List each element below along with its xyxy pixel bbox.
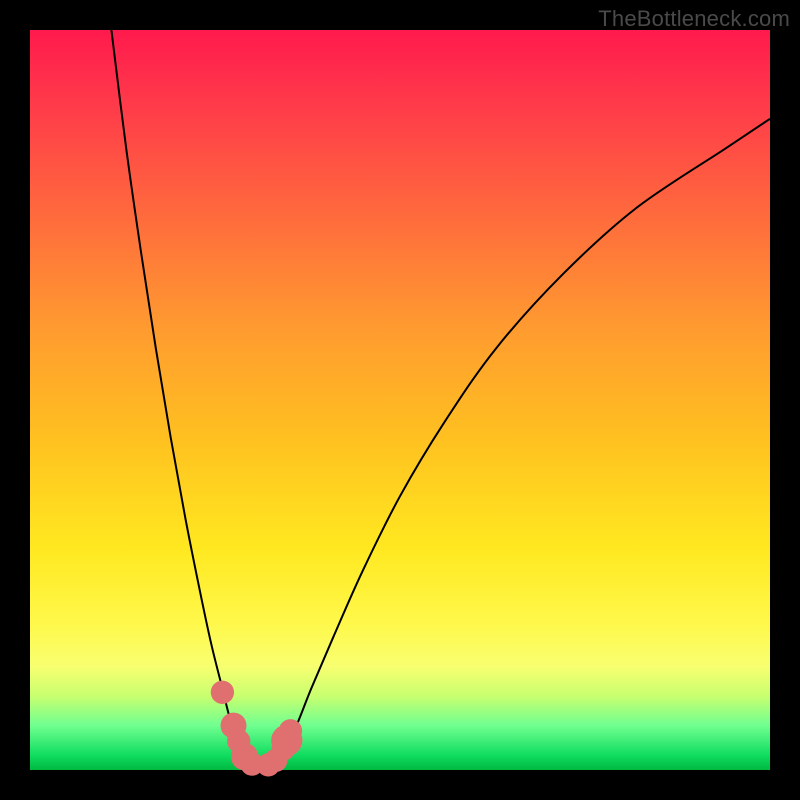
data-marker xyxy=(211,681,234,704)
chart-frame xyxy=(30,30,770,770)
watermark-text: TheBottleneck.com xyxy=(598,6,790,32)
data-marker xyxy=(271,725,302,756)
curve-right xyxy=(274,119,770,764)
chart-svg xyxy=(30,30,770,770)
marker-group xyxy=(211,681,303,777)
curve-left xyxy=(111,30,252,764)
